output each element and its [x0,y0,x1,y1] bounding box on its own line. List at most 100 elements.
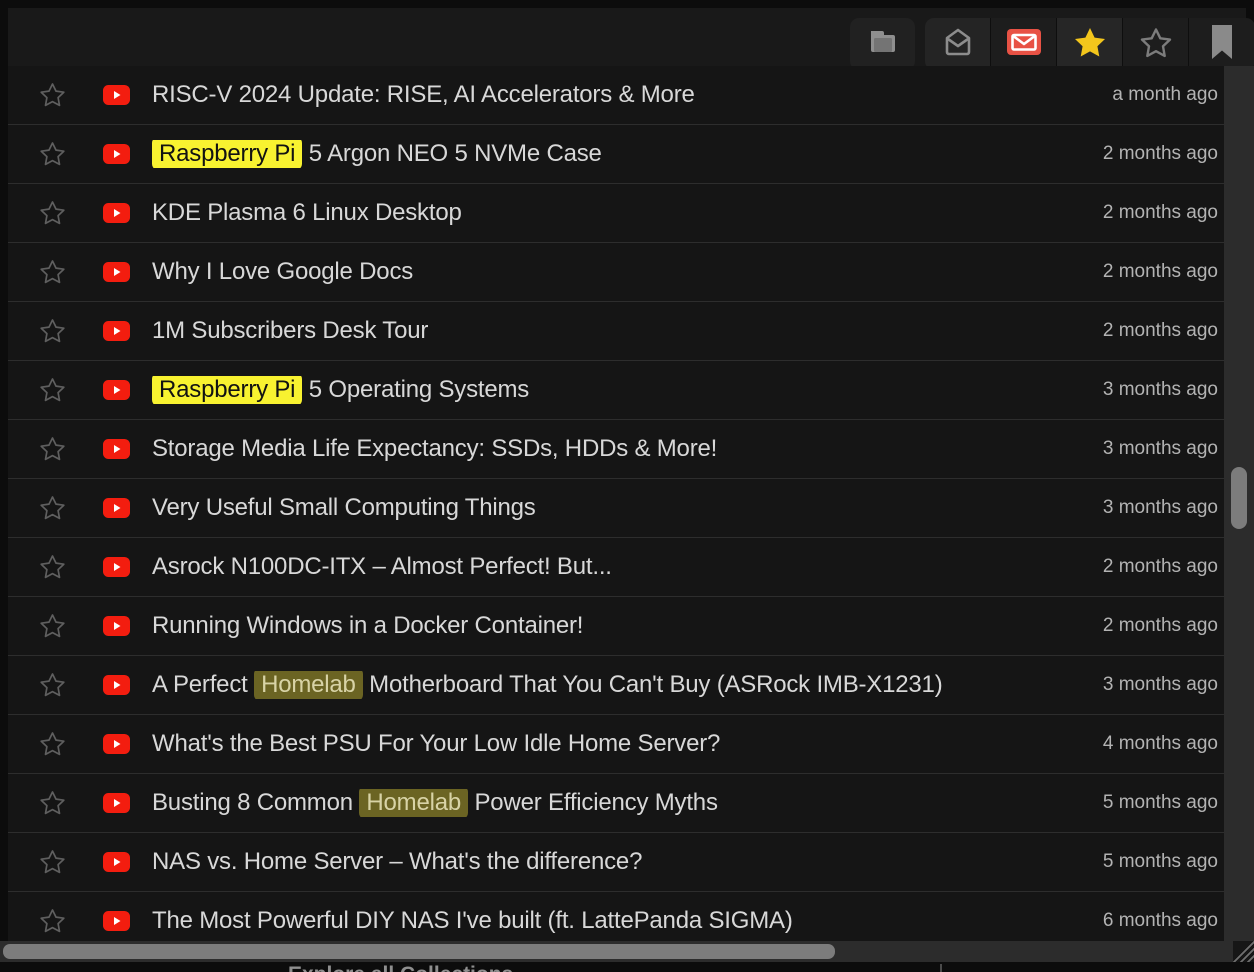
article-timestamp: 4 months ago [1103,733,1218,755]
article-title[interactable]: The Most Powerful DIY NAS I've built (ft… [152,907,1054,935]
article-title[interactable]: KDE Plasma 6 Linux Desktop [152,199,1054,227]
article-timestamp: 3 months ago [1103,438,1218,460]
youtube-icon [103,380,130,400]
article-title[interactable]: Raspberry Pi 5 Argon NEO 5 NVMe Case [152,140,1054,168]
youtube-icon [103,498,130,518]
list-item[interactable]: A Perfect Homelab Motherboard That You C… [8,656,1224,715]
youtube-icon [103,557,130,577]
article-timestamp: a month ago [1112,84,1218,106]
star-toggle-button[interactable] [39,672,66,699]
folders-button[interactable] [850,18,915,70]
title-text: 1M Subscribers Desk Tour [152,317,428,344]
article-list: RISC-V 2024 Update: RISE, AI Accelerator… [8,66,1224,951]
vertical-scrollbar-thumb[interactable] [1231,467,1247,529]
article-title[interactable]: Why I Love Google Docs [152,258,1054,286]
article-title[interactable]: Storage Media Life Expectancy: SSDs, HDD… [152,435,1054,463]
article-title[interactable]: Very Useful Small Computing Things [152,494,1054,522]
list-item[interactable]: Running Windows in a Docker Container! 2… [8,597,1224,656]
unstarred-button[interactable] [1123,18,1189,70]
article-timestamp: 2 months ago [1103,556,1218,578]
read-later-button[interactable] [1189,18,1254,70]
star-toggle-button[interactable] [39,613,66,640]
youtube-icon [103,734,130,754]
unread-button[interactable] [991,18,1057,70]
article-timestamp: 5 months ago [1103,792,1218,814]
star-toggle-button[interactable] [39,141,66,168]
list-item[interactable]: KDE Plasma 6 Linux Desktop 2 months ago [8,184,1224,243]
list-item[interactable]: 1M Subscribers Desk Tour 2 months ago [8,302,1224,361]
list-item[interactable]: Storage Media Life Expectancy: SSDs, HDD… [8,420,1224,479]
star-toggle-button[interactable] [39,849,66,876]
star-filled-icon [1073,26,1107,63]
article-timestamp: 2 months ago [1103,320,1218,342]
highlighted-term: Homelab [359,789,468,817]
title-text: RISC-V 2024 Update: RISE, AI Accelerator… [152,81,695,108]
article-title[interactable]: Asrock N100DC-ITX – Almost Perfect! But.… [152,553,1054,581]
article-timestamp: 2 months ago [1103,143,1218,165]
list-item[interactable]: Raspberry Pi 5 Operating Systems 3 month… [8,361,1224,420]
title-text: Running Windows in a Docker Container! [152,612,583,639]
list-item[interactable]: Asrock N100DC-ITX – Almost Perfect! But.… [8,538,1224,597]
list-item[interactable]: Very Useful Small Computing Things 3 mon… [8,479,1224,538]
horizontal-scrollbar-track[interactable] [0,941,1233,962]
star-toggle-button[interactable] [39,82,66,109]
youtube-icon [103,439,130,459]
star-toggle-button[interactable] [39,790,66,817]
star-toggle-button[interactable] [39,908,66,935]
title-text: Motherboard That You Can't Buy (ASRock I… [363,671,943,698]
star-toggle-button[interactable] [39,436,66,463]
clipped-footer: Explore all Collections [0,962,1254,972]
star-toggle-button[interactable] [39,495,66,522]
youtube-icon [103,203,130,223]
highlighted-term: Raspberry Pi [152,140,302,168]
highlighted-term: Raspberry Pi [152,376,302,404]
article-title[interactable]: What's the Best PSU For Your Low Idle Ho… [152,730,1054,758]
title-text: Asrock N100DC-ITX – Almost Perfect! But.… [152,553,612,580]
article-timestamp: 3 months ago [1103,379,1218,401]
article-title[interactable]: Running Windows in a Docker Container! [152,612,1054,640]
list-item[interactable]: Busting 8 Common Homelab Power Efficienc… [8,774,1224,833]
star-outline-icon [1139,26,1173,63]
title-text: Why I Love Google Docs [152,258,413,285]
youtube-icon [103,262,130,282]
list-item[interactable]: NAS vs. Home Server – What's the differe… [8,833,1224,892]
star-toggle-button[interactable] [39,318,66,345]
article-title[interactable]: NAS vs. Home Server – What's the differe… [152,848,1054,876]
title-text: The Most Powerful DIY NAS I've built (ft… [152,907,793,934]
youtube-icon [103,675,130,695]
article-title[interactable]: 1M Subscribers Desk Tour [152,317,1054,345]
star-toggle-button[interactable] [39,200,66,227]
title-text: What's the Best PSU For Your Low Idle Ho… [152,730,720,757]
article-timestamp: 3 months ago [1103,674,1218,696]
youtube-icon [103,616,130,636]
folder-icon [866,27,900,62]
header-bar [8,8,1246,66]
star-toggle-button[interactable] [39,554,66,581]
list-item[interactable]: Raspberry Pi 5 Argon NEO 5 NVMe Case 2 m… [8,125,1224,184]
inbox-button[interactable] [925,18,991,70]
star-toggle-button[interactable] [39,377,66,404]
article-title[interactable]: A Perfect Homelab Motherboard That You C… [152,671,1054,699]
list-item[interactable]: Why I Love Google Docs 2 months ago [8,243,1224,302]
list-item[interactable]: What's the Best PSU For Your Low Idle Ho… [8,715,1224,774]
article-timestamp: 2 months ago [1103,615,1218,637]
article-title[interactable]: RISC-V 2024 Update: RISE, AI Accelerator… [152,81,1054,109]
explore-collections-link[interactable]: Explore all Collections [288,963,513,972]
article-title[interactable]: Raspberry Pi 5 Operating Systems [152,376,1054,404]
title-text: Very Useful Small Computing Things [152,494,536,521]
youtube-icon [103,793,130,813]
article-title[interactable]: Busting 8 Common Homelab Power Efficienc… [152,789,1054,817]
star-toggle-button[interactable] [39,259,66,286]
title-text: A Perfect [152,671,254,698]
bookmark-icon [1209,23,1235,66]
open-envelope-icon [943,26,973,63]
title-text: Power Efficiency Myths [468,789,718,816]
horizontal-scrollbar-thumb[interactable] [3,944,835,959]
unread-envelope-icon [1006,28,1042,61]
star-toggle-button[interactable] [39,731,66,758]
footer-divider [940,964,942,972]
youtube-icon [103,85,130,105]
list-item[interactable]: RISC-V 2024 Update: RISE, AI Accelerator… [8,66,1224,125]
starred-button[interactable] [1057,18,1123,70]
vertical-scrollbar-track[interactable] [1224,66,1254,941]
